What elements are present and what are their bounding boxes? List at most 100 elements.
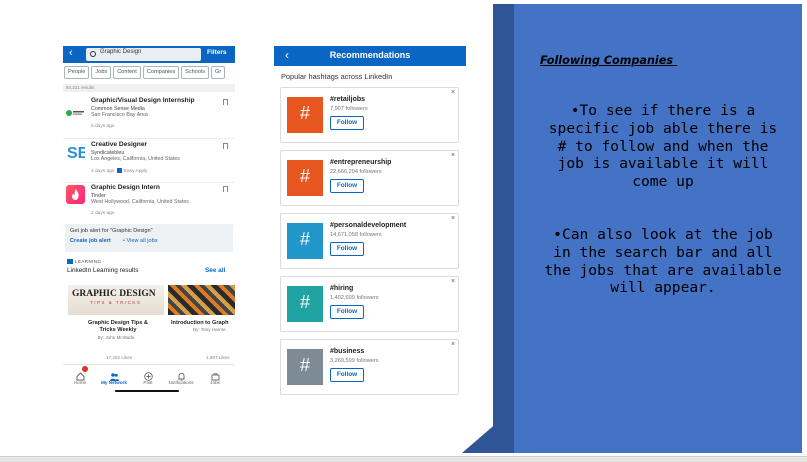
hashtags-subtitle: Popular hashtags across LinkedIn: [281, 72, 393, 81]
hashtag-name[interactable]: #entrepreneurship: [330, 159, 391, 166]
hashtag-icon: #: [299, 229, 310, 249]
follow-button[interactable]: Follow: [330, 242, 364, 256]
job-alert-box: Get job alert for "Graphic Design" Creat…: [65, 224, 233, 252]
hashtag-followers: 22,666,294 followers: [330, 169, 382, 175]
recommendations-header: Recommendations ‹: [274, 46, 466, 66]
close-icon[interactable]: ×: [451, 215, 455, 222]
hashtag-tile: #: [287, 286, 323, 322]
hashtag-icon: #: [299, 103, 310, 123]
hashtag-followers: 14,671,058 followers: [330, 232, 382, 238]
hashtag-name[interactable]: #retailjobs: [330, 96, 365, 103]
see-all-link[interactable]: See all: [205, 267, 225, 274]
learning-results-title: LinkedIn Learning results: [67, 267, 139, 274]
job-location: West Hollywood, California, United State…: [91, 199, 189, 205]
hashtag-card: # #business 3,269,599 followers Follow ×: [280, 339, 459, 395]
briefcase-icon: [211, 368, 220, 381]
bullet-point: •To see if there is a specific job able …: [548, 102, 778, 191]
filter-chips: People Jobs Content Companies Schools Gr: [64, 66, 227, 80]
back-arrow-icon[interactable]: ‹: [69, 47, 73, 59]
bell-icon: [177, 368, 186, 381]
job-title[interactable]: Graphic/Visual Design Internship: [91, 97, 195, 104]
search-input[interactable]: Graphic Design: [86, 48, 201, 61]
course-likes: 17,262 Likes: [106, 355, 133, 360]
linkedin-badge-icon: [117, 168, 123, 173]
nav-post[interactable]: Post: [133, 368, 163, 385]
people-icon: [109, 368, 119, 381]
linkedin-logo-icon: [67, 259, 73, 264]
job-location: San Francisco Bay Area: [91, 112, 148, 118]
job-result[interactable]: Graphic/Visual Design Internship Common …: [63, 95, 235, 139]
hashtag-name[interactable]: #personaldevelopment: [330, 222, 406, 229]
link-separator: •: [123, 238, 125, 244]
thumbnail-subheading: TIPS & TRICKS: [90, 300, 142, 305]
panel-heading: Following Companies: [540, 54, 677, 67]
hashtag-icon: #: [299, 166, 310, 186]
chip-companies[interactable]: Companies: [142, 66, 180, 79]
hashtag-followers: 1,402,699 followers: [330, 295, 379, 301]
job-title[interactable]: Creative Designer: [91, 141, 147, 148]
company-logo: [66, 185, 85, 204]
job-posted-time-text: 4 days ago: [91, 168, 115, 174]
close-icon[interactable]: ×: [451, 341, 455, 348]
back-arrow-icon[interactable]: ‹: [285, 48, 289, 62]
notification-dot: [81, 366, 88, 372]
nav-jobs[interactable]: Jobs: [200, 368, 230, 385]
job-result[interactable]: Graphic Design Intern Tinder West Hollyw…: [63, 182, 235, 226]
follow-button[interactable]: Follow: [330, 305, 364, 319]
chip-people[interactable]: People: [64, 66, 90, 79]
filters-button[interactable]: Filters: [207, 49, 227, 56]
hashtag-name[interactable]: #hiring: [330, 285, 353, 292]
nav-my-network[interactable]: My Network: [99, 368, 129, 385]
chip-schools[interactable]: Schools: [181, 66, 210, 79]
linkedin-search-screenshot: ‹ Graphic Design Filters People Jobs Conte…: [63, 46, 235, 394]
hashtag-tile: #: [287, 160, 323, 196]
hashtag-card: # #entrepreneurship 22,666,294 followers…: [280, 150, 459, 206]
course-card[interactable]: GRAPHIC DESIGN TIPS & TRICKS Graphic Des…: [68, 285, 164, 365]
hashtag-name[interactable]: #business: [330, 348, 364, 355]
course-title: Graphic Design Tips & Tricks Weekly: [72, 320, 164, 334]
hashtag-card: # #retailjobs 7,907 followers Follow ×: [280, 87, 459, 143]
course-title-line: Tricks Weekly: [99, 327, 137, 333]
nav-home[interactable]: Home: [65, 366, 95, 385]
close-icon[interactable]: ×: [451, 278, 455, 285]
hashtag-icon: #: [299, 355, 310, 375]
view-all-jobs-label: View all jobs: [126, 238, 158, 244]
job-result[interactable]: SB Creative Designer Syndicatebleu Los A…: [63, 139, 235, 183]
close-icon[interactable]: ×: [451, 89, 455, 96]
chip-groups[interactable]: Gr: [211, 66, 226, 79]
company-logo: [66, 104, 85, 116]
course-card[interactable]: Introduction to Graph By: Tony Harme 1,9…: [168, 285, 235, 365]
bookmark-icon[interactable]: [223, 186, 228, 192]
hashtag-card: # #hiring 1,402,699 followers Follow ×: [280, 276, 459, 332]
slide: ‹ Graphic Design Filters People Jobs Conte…: [0, 0, 807, 457]
bookmark-icon[interactable]: [223, 99, 228, 105]
home-indicator: [115, 390, 179, 392]
create-job-alert-link[interactable]: Create job alert: [70, 238, 111, 244]
view-all-jobs-link[interactable]: • View all jobs: [123, 238, 158, 244]
job-location: Los Angeles, California, United States: [91, 156, 180, 162]
chip-content[interactable]: Content: [113, 66, 141, 79]
course-likes: 1,987 Likes: [206, 355, 230, 360]
hashtag-card: # #personaldevelopment 14,671,058 follow…: [280, 213, 459, 269]
job-posted-time: 4 days ago Easy Apply: [91, 168, 148, 174]
close-icon[interactable]: ×: [451, 152, 455, 159]
job-alert-text: Get job alert for "Graphic Design": [70, 228, 153, 234]
hashtag-icon: #: [299, 292, 310, 312]
panel-fold-decoration: [462, 408, 514, 453]
job-title[interactable]: Graphic Design Intern: [91, 184, 160, 191]
follow-button[interactable]: Follow: [330, 368, 364, 382]
follow-button[interactable]: Follow: [330, 179, 364, 193]
course-author: By: Tony Harme: [193, 327, 226, 332]
nav-notifications[interactable]: Notifications: [166, 368, 196, 385]
follow-button[interactable]: Follow: [330, 116, 364, 130]
hashtag-tile: #: [287, 349, 323, 385]
linkedin-recommendations-screenshot: Recommendations ‹ Popular hashtags acros…: [274, 46, 466, 400]
chip-jobs[interactable]: Jobs: [91, 66, 112, 79]
bookmark-icon[interactable]: [223, 143, 228, 149]
results-count: 60,221 results: [63, 84, 235, 92]
search-value: Graphic Design: [100, 49, 142, 55]
easy-apply-label: Easy Apply: [123, 168, 148, 174]
course-author: By: John McWade: [97, 335, 135, 340]
course-thumbnail: [168, 285, 235, 315]
hashtag-tile: #: [287, 223, 323, 259]
